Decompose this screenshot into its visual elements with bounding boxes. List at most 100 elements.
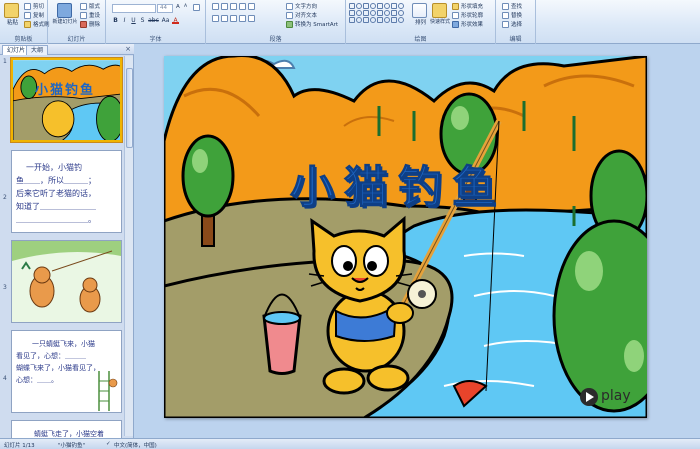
proofing-icon[interactable]: ✓ — [106, 441, 111, 447]
new-slide-icon — [56, 3, 72, 18]
change-case-button[interactable]: Aa — [161, 17, 170, 24]
bullets-icon — [212, 3, 219, 10]
play-label[interactable]: play — [601, 388, 631, 404]
underline-button[interactable]: U — [130, 17, 137, 24]
thumb-text-line: 心想：＿＿。 — [16, 376, 58, 384]
ladder-cat-icon — [98, 371, 118, 411]
reset-icon — [80, 11, 87, 19]
shape-icon — [398, 10, 404, 16]
current-slide[interactable]: 小猫钓鱼 play — [164, 56, 647, 418]
shape-icon — [370, 3, 376, 9]
font-group: 44 A A B I U S abc Aa A 字体 — [106, 0, 206, 44]
slide-thumbnail-5[interactable]: 蜻蜓飞走了，小猫空着 — [11, 420, 122, 438]
format-painter-button[interactable]: 格式刷 — [24, 20, 50, 28]
grow-font-button[interactable]: A — [176, 4, 180, 10]
eraser-icon — [193, 4, 200, 11]
text-direction-button[interactable]: 文字方向 — [286, 2, 317, 10]
cut-button[interactable]: 剪切 — [24, 2, 44, 10]
shapes-gallery[interactable] — [349, 3, 404, 23]
pane-tabs: 幻灯片 大纲 × — [0, 44, 134, 55]
increase-indent-icon — [239, 3, 246, 10]
copy-button[interactable]: 复制 — [24, 11, 44, 19]
thumbnail-scrollbar[interactable] — [124, 56, 133, 436]
theme-name: "小猫钓鱼" — [58, 443, 86, 449]
slide-title[interactable]: 小猫钓鱼 — [290, 151, 506, 215]
font-color-button[interactable]: A — [172, 17, 179, 24]
shape-icon — [349, 10, 355, 16]
slide-thumbnail-pane: 幻灯片 大纲 × 1 小猫钓鱼 2 一开始，小猫钓 鱼＿＿，所以＿＿＿； 后来它… — [0, 44, 134, 438]
quick-styles-button[interactable]: 快速样式 — [430, 3, 450, 25]
copy-icon — [24, 11, 31, 19]
slide-thumbnail-1[interactable]: 小猫钓鱼 — [11, 58, 122, 142]
numbering-icon — [221, 3, 228, 10]
shape-icon — [377, 3, 383, 9]
effects-icon — [452, 20, 459, 28]
shape-outline-button[interactable]: 形状轮廓 — [452, 11, 483, 19]
thumb-text-line: 知道了＿＿＿＿＿＿＿ — [16, 202, 96, 211]
font-size-field[interactable]: 44 — [157, 4, 173, 13]
delete-icon — [80, 20, 87, 28]
reset-button[interactable]: 重设 — [80, 11, 100, 19]
shape-icon — [356, 10, 362, 16]
thumb-text-line: 后来它听了老猫的话， — [16, 189, 96, 198]
shape-icon — [398, 3, 404, 9]
thumb-text-line: 一开始，小猫钓 — [26, 163, 82, 172]
scrollbar-thumb[interactable] — [126, 68, 133, 148]
shape-icon — [384, 3, 390, 9]
new-slide-button[interactable]: 新建幻灯片 — [53, 3, 78, 25]
text-direction-icon — [286, 2, 293, 10]
paragraph-group: 文字方向 对齐文本 转换为 SmartArt 段落 — [206, 0, 346, 44]
shape-icon — [384, 10, 390, 16]
align-text-button[interactable]: 对齐文本 — [286, 11, 317, 19]
tab-outline[interactable]: 大纲 — [26, 45, 49, 55]
font-format-row: B I U S abc Aa A — [112, 17, 179, 24]
select-button[interactable]: 选择 — [502, 20, 522, 28]
shape-icon — [391, 3, 397, 9]
slide-thumbnail-2[interactable]: 一开始，小猫钓 鱼＿＿，所以＿＿＿； 后来它听了老猫的话， 知道了＿＿＿＿＿＿＿… — [11, 150, 122, 233]
bullets-button[interactable] — [212, 3, 257, 10]
slide-thumbnail-4[interactable]: 一只蜻蜓飞来，小猫 看见了，心想：＿＿＿ 蝴蝶飞来了，小猫看见了， 心想：＿＿。 — [11, 330, 122, 413]
grow-font-icon: A — [176, 4, 180, 10]
scissors-icon — [24, 2, 31, 10]
align-center-icon — [221, 15, 228, 22]
editing-group: 查找 替换 选择 编辑 — [496, 0, 536, 44]
layout-button[interactable]: 版式 — [80, 2, 100, 10]
clear-format-button[interactable] — [193, 4, 202, 11]
decrease-indent-icon — [230, 3, 237, 10]
align-left-icon — [212, 15, 219, 22]
close-pane-icon[interactable]: × — [125, 45, 131, 54]
smartart-button[interactable]: 转换为 SmartArt — [286, 20, 338, 28]
shrink-font-button[interactable]: A — [184, 4, 187, 9]
shape-icon — [384, 17, 390, 23]
replace-button[interactable]: 替换 — [502, 11, 522, 19]
align-buttons[interactable] — [212, 15, 257, 22]
slide-thumbnail-3[interactable] — [11, 240, 122, 323]
thumb-text-line: 一只蜻蜓飞来，小猫 — [32, 340, 95, 348]
bold-button[interactable]: B — [112, 17, 119, 24]
shape-icon — [363, 10, 369, 16]
drawing-label: 绘图 — [414, 36, 427, 43]
slide-counter: 幻灯片 1/13 — [4, 443, 35, 449]
shape-icon — [370, 17, 376, 23]
paste-button[interactable]: 粘贴 — [4, 3, 21, 26]
ribbon: 粘贴 剪切 复制 格式刷 剪贴板 新建幻灯片 版式 重设 删除 幻灯片 44 A… — [0, 0, 700, 44]
shape-icon — [356, 17, 362, 23]
fill-bucket-icon — [452, 2, 459, 10]
shadow-button[interactable]: S — [139, 17, 146, 24]
shape-fill-button[interactable]: 形状填充 — [452, 2, 483, 10]
arrange-button[interactable]: 排列 — [412, 3, 429, 26]
shape-icon — [370, 10, 376, 16]
shape-icon — [356, 3, 362, 9]
italic-button[interactable]: I — [121, 17, 128, 24]
shape-effects-button[interactable]: 形状效果 — [452, 20, 483, 28]
editing-label: 编辑 — [509, 36, 522, 43]
find-button[interactable]: 查找 — [502, 2, 522, 10]
strike-button[interactable]: abc — [148, 17, 159, 24]
slide-editing-area: 小猫钓鱼 play — [135, 44, 700, 438]
thumb-3-scene — [12, 241, 121, 322]
cursor-icon — [502, 20, 509, 28]
clipboard-group: 粘贴 剪切 复制 格式刷 剪贴板 — [0, 0, 50, 44]
font-name-field[interactable] — [112, 4, 156, 13]
delete-slide-button[interactable]: 删除 — [80, 20, 100, 28]
layout-icon — [80, 2, 87, 10]
